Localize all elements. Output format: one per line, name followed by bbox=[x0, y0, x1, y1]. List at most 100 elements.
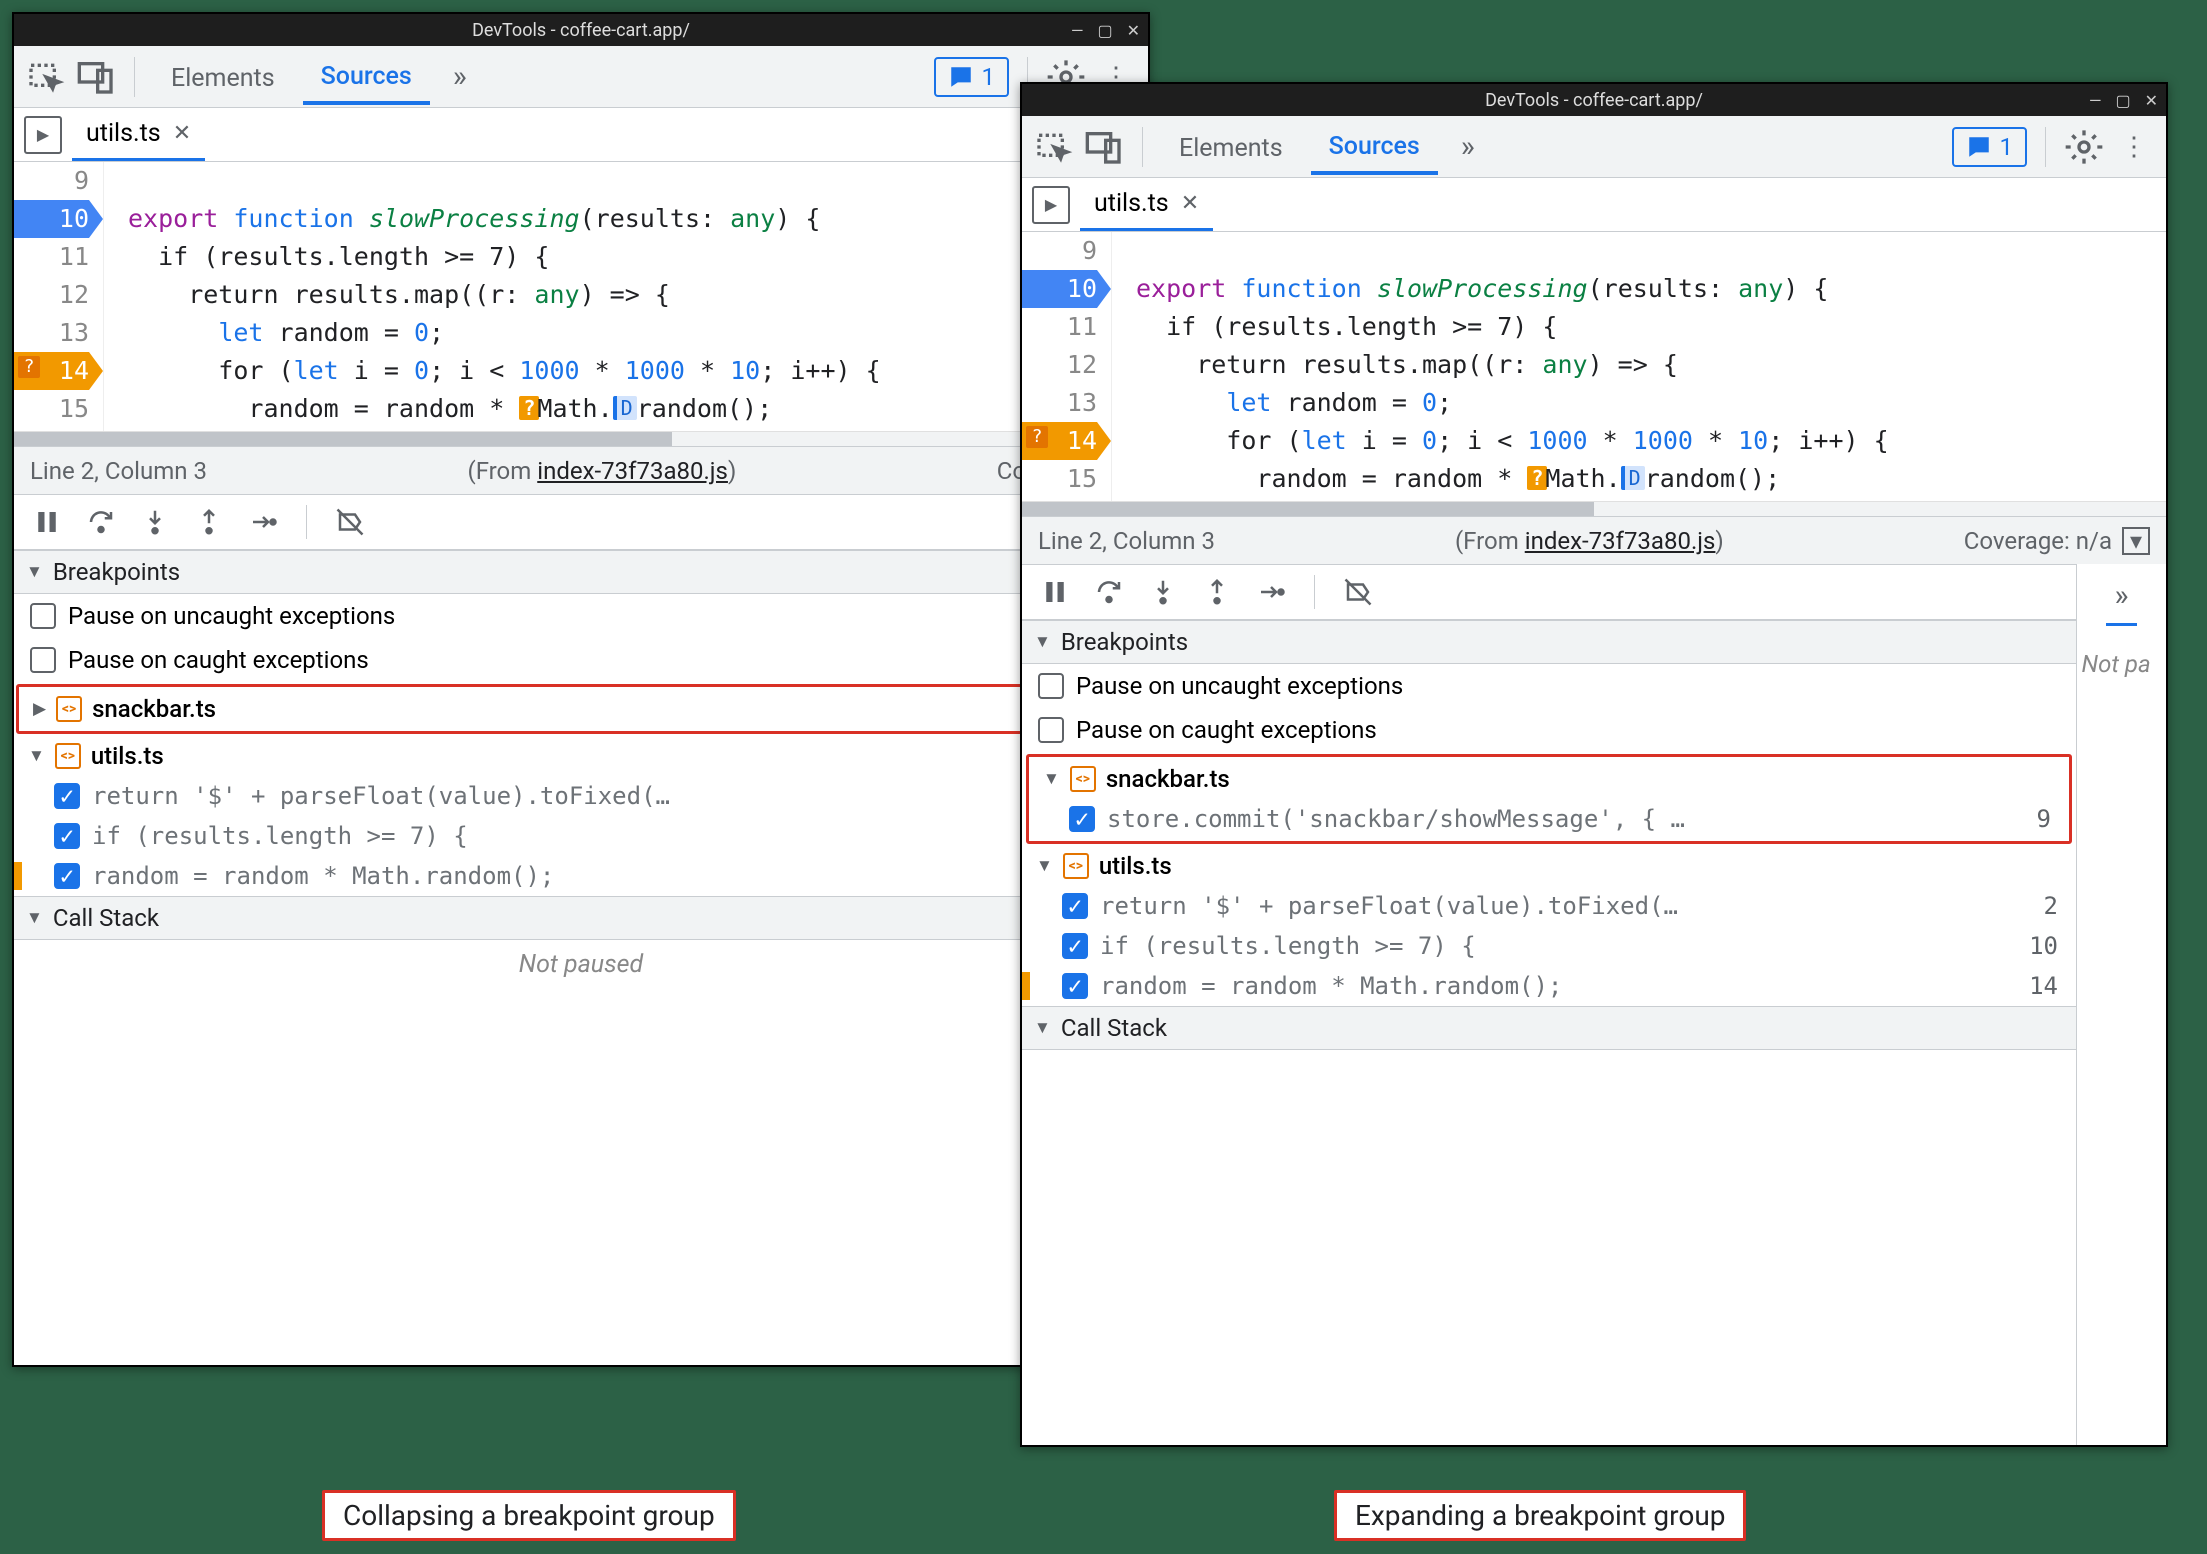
issues-count: 1 bbox=[2000, 133, 2014, 161]
close-tab-icon[interactable]: ✕ bbox=[173, 121, 191, 146]
code-editor[interactable]: 9 10 11 12 13 ?14 15 16 17 export functi… bbox=[14, 162, 1148, 432]
deactivate-breakpoints-icon[interactable] bbox=[1343, 577, 1373, 607]
code-content[interactable]: export function slowProcessing(results: … bbox=[1112, 232, 2166, 501]
cursor-position: Line 2, Column 3 bbox=[30, 457, 207, 485]
pause-caught-row[interactable]: Pause on caught exceptions bbox=[14, 638, 1148, 682]
bp-file-utils[interactable]: <> utils.ts bbox=[1022, 846, 2076, 886]
inspect-icon[interactable] bbox=[1034, 127, 1074, 167]
pause-icon[interactable] bbox=[1040, 577, 1070, 607]
ts-file-icon: <> bbox=[55, 743, 81, 769]
more-tabs-icon[interactable]: » bbox=[1448, 127, 1488, 167]
deactivate-breakpoints-icon[interactable] bbox=[335, 507, 365, 537]
bp-checkbox[interactable]: ✓ bbox=[1062, 973, 1088, 999]
tab-sources[interactable]: Sources bbox=[303, 48, 430, 105]
maximize-button[interactable]: ▢ bbox=[2115, 91, 2130, 110]
step-out-icon[interactable] bbox=[1202, 577, 1232, 607]
section-breakpoints[interactable]: Breakpoints bbox=[14, 550, 1148, 594]
bp-item[interactable]: ✓ random = random * Math.random(); 14 bbox=[14, 856, 1148, 896]
caption-left: Collapsing a breakpoint group bbox=[322, 1490, 736, 1541]
expand-icon[interactable]: ▾ bbox=[2122, 527, 2150, 555]
chevron-down-icon bbox=[28, 746, 45, 766]
bp-file-snackbar[interactable]: <> snackbar.ts bbox=[19, 689, 1141, 729]
device-toggle-icon[interactable] bbox=[76, 57, 116, 97]
ts-file-icon: <> bbox=[1063, 853, 1089, 879]
source-link[interactable]: index-73f73a80.js bbox=[537, 457, 728, 485]
horizontal-scrollbar[interactable] bbox=[1022, 502, 2166, 516]
horizontal-scrollbar[interactable] bbox=[14, 432, 1148, 446]
window-title: DevTools - coffee-cart.app/ bbox=[1485, 90, 1703, 111]
chevron-down-icon bbox=[1036, 856, 1053, 876]
step-icon[interactable] bbox=[1256, 577, 1286, 607]
bp-item[interactable]: ✓ random = random * Math.random(); 14 bbox=[1022, 966, 2076, 1006]
bp-file-snackbar[interactable]: <> snackbar.ts bbox=[1029, 759, 2069, 799]
close-button[interactable]: ✕ bbox=[1127, 21, 1140, 40]
titlebar: DevTools - coffee-cart.app/ — ▢ ✕ bbox=[1022, 84, 2166, 116]
step-into-icon[interactable] bbox=[140, 507, 170, 537]
tab-elements[interactable]: Elements bbox=[1161, 120, 1301, 173]
conditional-bp-marker bbox=[14, 862, 22, 890]
bp-checkbox[interactable]: ✓ bbox=[54, 783, 80, 809]
step-over-icon[interactable] bbox=[1094, 577, 1124, 607]
step-icon[interactable] bbox=[248, 507, 278, 537]
gutter[interactable]: 9 10 11 12 13 ?14 15 16 17 bbox=[14, 162, 104, 431]
debugger-panel: Breakpoints Pause on uncaught exceptions… bbox=[14, 550, 1148, 989]
window-title: DevTools - coffee-cart.app/ bbox=[472, 20, 690, 41]
more-tabs-icon[interactable]: » bbox=[440, 57, 480, 97]
minimize-button[interactable]: — bbox=[1071, 21, 1084, 40]
bp-checkbox[interactable]: ✓ bbox=[1062, 933, 1088, 959]
pause-icon[interactable] bbox=[32, 507, 62, 537]
settings-icon[interactable] bbox=[2064, 127, 2104, 167]
issues-chip[interactable]: 1 bbox=[934, 57, 1010, 97]
checkbox-caught[interactable] bbox=[30, 647, 56, 673]
file-tab-utils[interactable]: utils.ts ✕ bbox=[1080, 179, 1213, 231]
code-editor[interactable]: 9 10 11 12 13 ?14 15 16 17 export functi… bbox=[1022, 232, 2166, 502]
more-panes-icon[interactable]: » bbox=[2106, 576, 2136, 626]
pause-caught-row[interactable]: Pause on caught exceptions bbox=[1022, 708, 2076, 752]
bp-checkbox[interactable]: ✓ bbox=[54, 823, 80, 849]
pause-uncaught-row[interactable]: Pause on uncaught exceptions bbox=[1022, 664, 2076, 708]
main-tabs: Elements Sources » 1 ⋮ bbox=[14, 46, 1148, 108]
issues-chip[interactable]: 1 bbox=[1952, 127, 2028, 167]
tab-elements[interactable]: Elements bbox=[153, 50, 293, 103]
checkbox-caught[interactable] bbox=[1038, 717, 1064, 743]
inspect-icon[interactable] bbox=[26, 57, 66, 97]
section-breakpoints[interactable]: Breakpoints bbox=[1022, 620, 2076, 664]
gutter[interactable]: 9 10 11 12 13 ?14 15 16 17 bbox=[1022, 232, 1112, 501]
code-content[interactable]: export function slowProcessing(results: … bbox=[104, 162, 1148, 431]
close-button[interactable]: ✕ bbox=[2145, 91, 2158, 110]
bp-checkbox[interactable]: ✓ bbox=[1062, 893, 1088, 919]
navigator-toggle-icon[interactable]: ▶ bbox=[1032, 186, 1070, 224]
kebab-menu-icon[interactable]: ⋮ bbox=[2114, 127, 2154, 167]
bp-file-utils[interactable]: <> utils.ts bbox=[14, 736, 1148, 776]
step-into-icon[interactable] bbox=[1148, 577, 1178, 607]
checkbox-uncaught[interactable] bbox=[30, 603, 56, 629]
maximize-button[interactable]: ▢ bbox=[1097, 21, 1112, 40]
bp-checkbox[interactable]: ✓ bbox=[1069, 806, 1095, 832]
bp-item[interactable]: ✓ store.commit('snackbar/showMessage', {… bbox=[1029, 799, 2069, 839]
bp-item[interactable]: ✓ if (results.length >= 7) { 10 bbox=[14, 816, 1148, 856]
coverage-info: Coverage: n/a bbox=[1964, 527, 2112, 555]
ts-file-icon: <> bbox=[56, 696, 82, 722]
minimize-button[interactable]: — bbox=[2089, 91, 2102, 110]
debugger-toolbar bbox=[1022, 564, 2076, 620]
step-over-icon[interactable] bbox=[86, 507, 116, 537]
bp-item[interactable]: ✓ return '$' + parseFloat(value).toFixed… bbox=[14, 776, 1148, 816]
step-out-icon[interactable] bbox=[194, 507, 224, 537]
main-tabs: Elements Sources » 1 ⋮ bbox=[1022, 116, 2166, 178]
file-tab-label: utils.ts bbox=[86, 119, 161, 148]
file-tab-utils[interactable]: utils.ts ✕ bbox=[72, 109, 205, 161]
pause-uncaught-row[interactable]: Pause on uncaught exceptions bbox=[14, 594, 1148, 638]
checkbox-uncaught[interactable] bbox=[1038, 673, 1064, 699]
section-callstack[interactable]: Call Stack bbox=[14, 896, 1148, 940]
bp-item[interactable]: ✓ if (results.length >= 7) { 10 bbox=[1022, 926, 2076, 966]
bp-checkbox[interactable]: ✓ bbox=[54, 863, 80, 889]
source-link[interactable]: index-73f73a80.js bbox=[1525, 527, 1716, 555]
side-not-paused: Not pa bbox=[2082, 650, 2162, 678]
cursor-position: Line 2, Column 3 bbox=[1038, 527, 1215, 555]
navigator-toggle-icon[interactable]: ▶ bbox=[24, 116, 62, 154]
section-callstack[interactable]: Call Stack bbox=[1022, 1006, 2076, 1050]
close-tab-icon[interactable]: ✕ bbox=[1181, 191, 1199, 216]
device-toggle-icon[interactable] bbox=[1084, 127, 1124, 167]
bp-item[interactable]: ✓ return '$' + parseFloat(value).toFixed… bbox=[1022, 886, 2076, 926]
tab-sources[interactable]: Sources bbox=[1311, 118, 1438, 175]
